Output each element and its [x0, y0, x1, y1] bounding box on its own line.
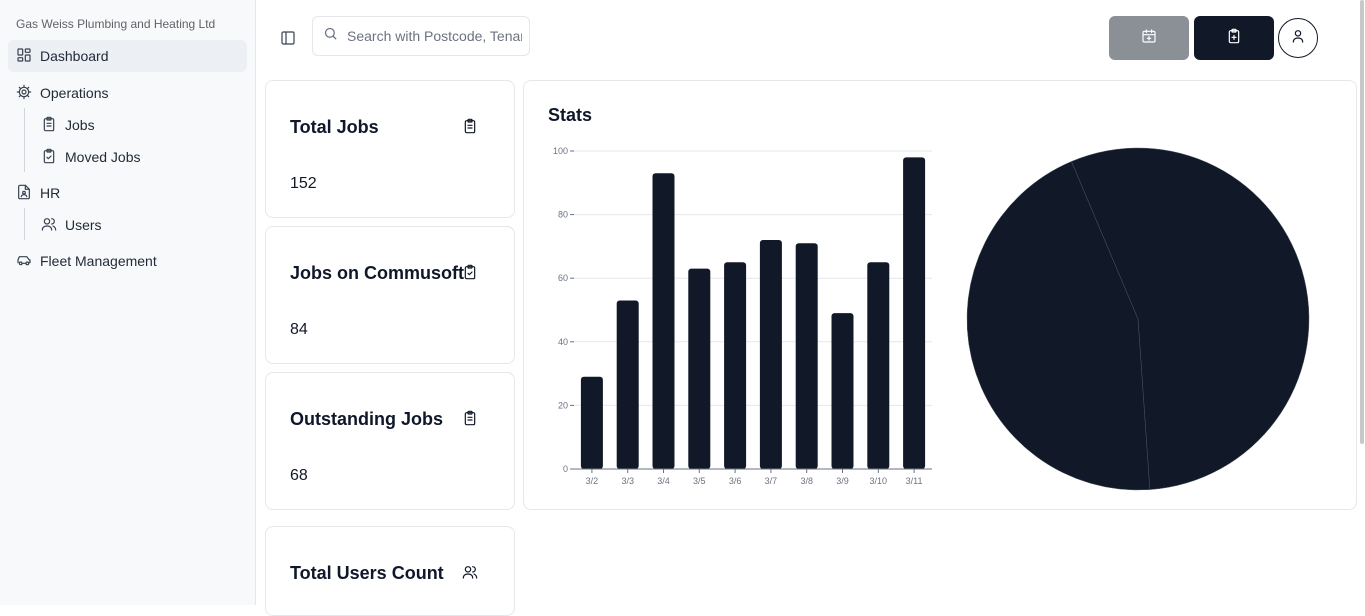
sidebar-item-label: Dashboard	[40, 48, 109, 64]
sidebar-item-label: Operations	[40, 85, 109, 101]
x-tick-label: 3/10	[870, 476, 888, 486]
y-tick-label: 0	[563, 464, 568, 474]
company-name: Gas Weiss Plumbing and Heating Ltd	[16, 17, 216, 31]
bar	[867, 262, 890, 469]
x-tick-label: 3/8	[800, 476, 813, 486]
bar-chart: 0 20 40 60 80 100 3/2 3/3 3/4 3/5 3/6 3/7 3/8 3/9 3/10…	[553, 146, 932, 486]
sidebar-item-label: Moved Jobs	[65, 149, 141, 165]
user-icon	[1290, 28, 1306, 49]
sidebar: Gas Weiss Plumbing and Heating Ltd Dashb…	[0, 0, 256, 605]
bar	[724, 262, 747, 469]
card-outstanding-jobs: Outstanding Jobs 68	[265, 372, 515, 510]
sidebar-item-users[interactable]: Users	[41, 216, 102, 234]
page-scrollbar[interactable]	[1360, 0, 1364, 444]
sidebar-item-label: Jobs	[65, 117, 95, 133]
pie-slice	[966, 161, 1151, 491]
pie-slice	[1071, 147, 1310, 490]
bar	[903, 157, 926, 470]
y-tick-label: 40	[558, 337, 568, 347]
x-tick-label: 3/11	[906, 476, 923, 486]
clipboard-plus-icon	[1226, 28, 1242, 49]
search-bar	[312, 16, 530, 56]
bar	[616, 300, 639, 469]
card-title: Jobs on Commusoft	[290, 263, 464, 283]
y-tick-label: 80	[558, 210, 568, 220]
search-icon	[323, 26, 338, 46]
clipboard-list-icon	[462, 410, 478, 426]
card-value: 84	[290, 321, 308, 338]
bar	[831, 313, 854, 469]
x-tick-label: 3/7	[765, 476, 778, 486]
stats-panel: Stats 0 20 40 60 80 100 3/2 3/3 3/4 3/5 3/6 3/7 3/8 3…	[523, 80, 1357, 510]
search-input[interactable]	[347, 28, 522, 44]
x-tick-label: 3/6	[729, 476, 742, 486]
sidebar-toggle-button[interactable]	[280, 30, 296, 46]
dashboard-icon	[16, 47, 32, 66]
users-icon	[41, 216, 57, 235]
users-icon	[462, 564, 478, 580]
car-icon	[16, 252, 32, 271]
nav-divider	[24, 108, 25, 172]
clipboard-check-icon	[41, 148, 57, 167]
card-title: Total Jobs	[290, 117, 379, 137]
x-tick-label: 3/2	[586, 476, 599, 486]
clipboard-list-icon	[462, 118, 478, 134]
x-tick-label: 3/4	[657, 476, 670, 486]
x-tick-label: 3/5	[693, 476, 706, 486]
sidebar-item-label: HR	[40, 185, 61, 201]
sidebar-item-dashboard[interactable]: Dashboard	[8, 40, 247, 72]
card-jobs-on-commusoft: Jobs on Commusoft 84	[265, 226, 515, 364]
add-job-button[interactable]	[1194, 16, 1274, 60]
sidebar-item-fleet-management[interactable]: Fleet Management	[16, 252, 157, 270]
add-schedule-button[interactable]	[1109, 16, 1189, 60]
sidebar-item-label: Fleet Management	[40, 253, 157, 269]
bar	[759, 240, 782, 469]
bar	[795, 243, 818, 469]
y-tick-label: 60	[558, 273, 568, 283]
nav-divider	[24, 208, 25, 240]
sidebar-item-moved-jobs[interactable]: Moved Jobs	[41, 148, 140, 166]
sidebar-item-label: Users	[65, 217, 102, 233]
sidebar-item-hr[interactable]: HR	[16, 184, 60, 202]
x-tick-label: 3/9	[836, 476, 849, 486]
card-total-users-count: Total Users Count	[265, 526, 515, 616]
card-title: Total Users Count	[290, 563, 444, 583]
card-value: 152	[290, 175, 317, 192]
bar	[688, 268, 711, 469]
bar	[652, 173, 675, 469]
card-total-jobs: Total Jobs 152	[265, 80, 515, 218]
card-value: 68	[290, 467, 308, 484]
profile-button[interactable]	[1278, 18, 1318, 58]
file-user-icon	[16, 184, 32, 203]
gear-icon	[16, 84, 32, 103]
calendar-plus-icon	[1141, 28, 1157, 49]
card-title: Outstanding Jobs	[290, 409, 443, 429]
clipboard-check-icon	[462, 264, 478, 280]
y-tick-label: 100	[553, 146, 568, 156]
y-tick-label: 20	[558, 400, 568, 410]
sidebar-item-jobs[interactable]: Jobs	[41, 116, 95, 134]
x-tick-label: 3/3	[621, 476, 634, 486]
clipboard-list-icon	[41, 116, 57, 135]
panel-left-icon	[280, 31, 296, 50]
bar	[580, 376, 603, 469]
sidebar-item-operations[interactable]: Operations	[16, 84, 108, 102]
